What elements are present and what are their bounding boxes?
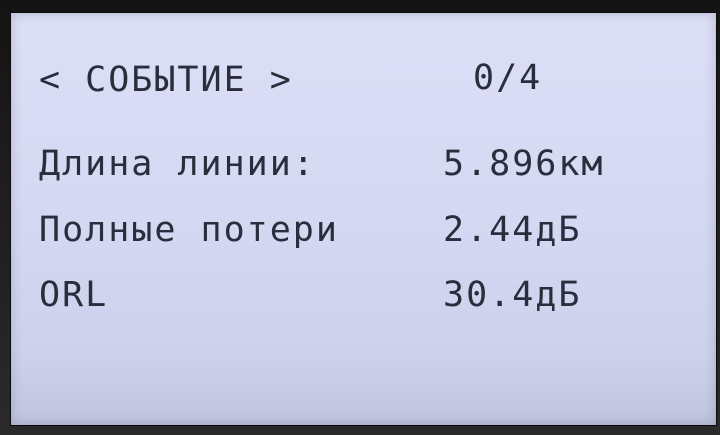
- orl-value: 30.4дБ: [443, 275, 582, 315]
- screen-shadow: [11, 353, 716, 425]
- line-length-label: Длина линии:: [39, 144, 316, 184]
- total-loss-value: 2.44дБ: [443, 210, 582, 250]
- total-loss-label: Полные потери: [39, 210, 339, 250]
- orl-label: ORL: [39, 275, 109, 315]
- event-navigation-title[interactable]: < СОБЫТИЕ >: [39, 63, 293, 98]
- line-length-value: 5.896км: [443, 144, 605, 184]
- device-bezel: < СОБЫТИЕ > 0/4 Длина линии: 5.896км Пол…: [0, 0, 720, 435]
- lcd-screen: < СОБЫТИЕ > 0/4 Длина линии: 5.896км Пол…: [10, 12, 717, 426]
- event-counter: 0/4: [473, 58, 543, 98]
